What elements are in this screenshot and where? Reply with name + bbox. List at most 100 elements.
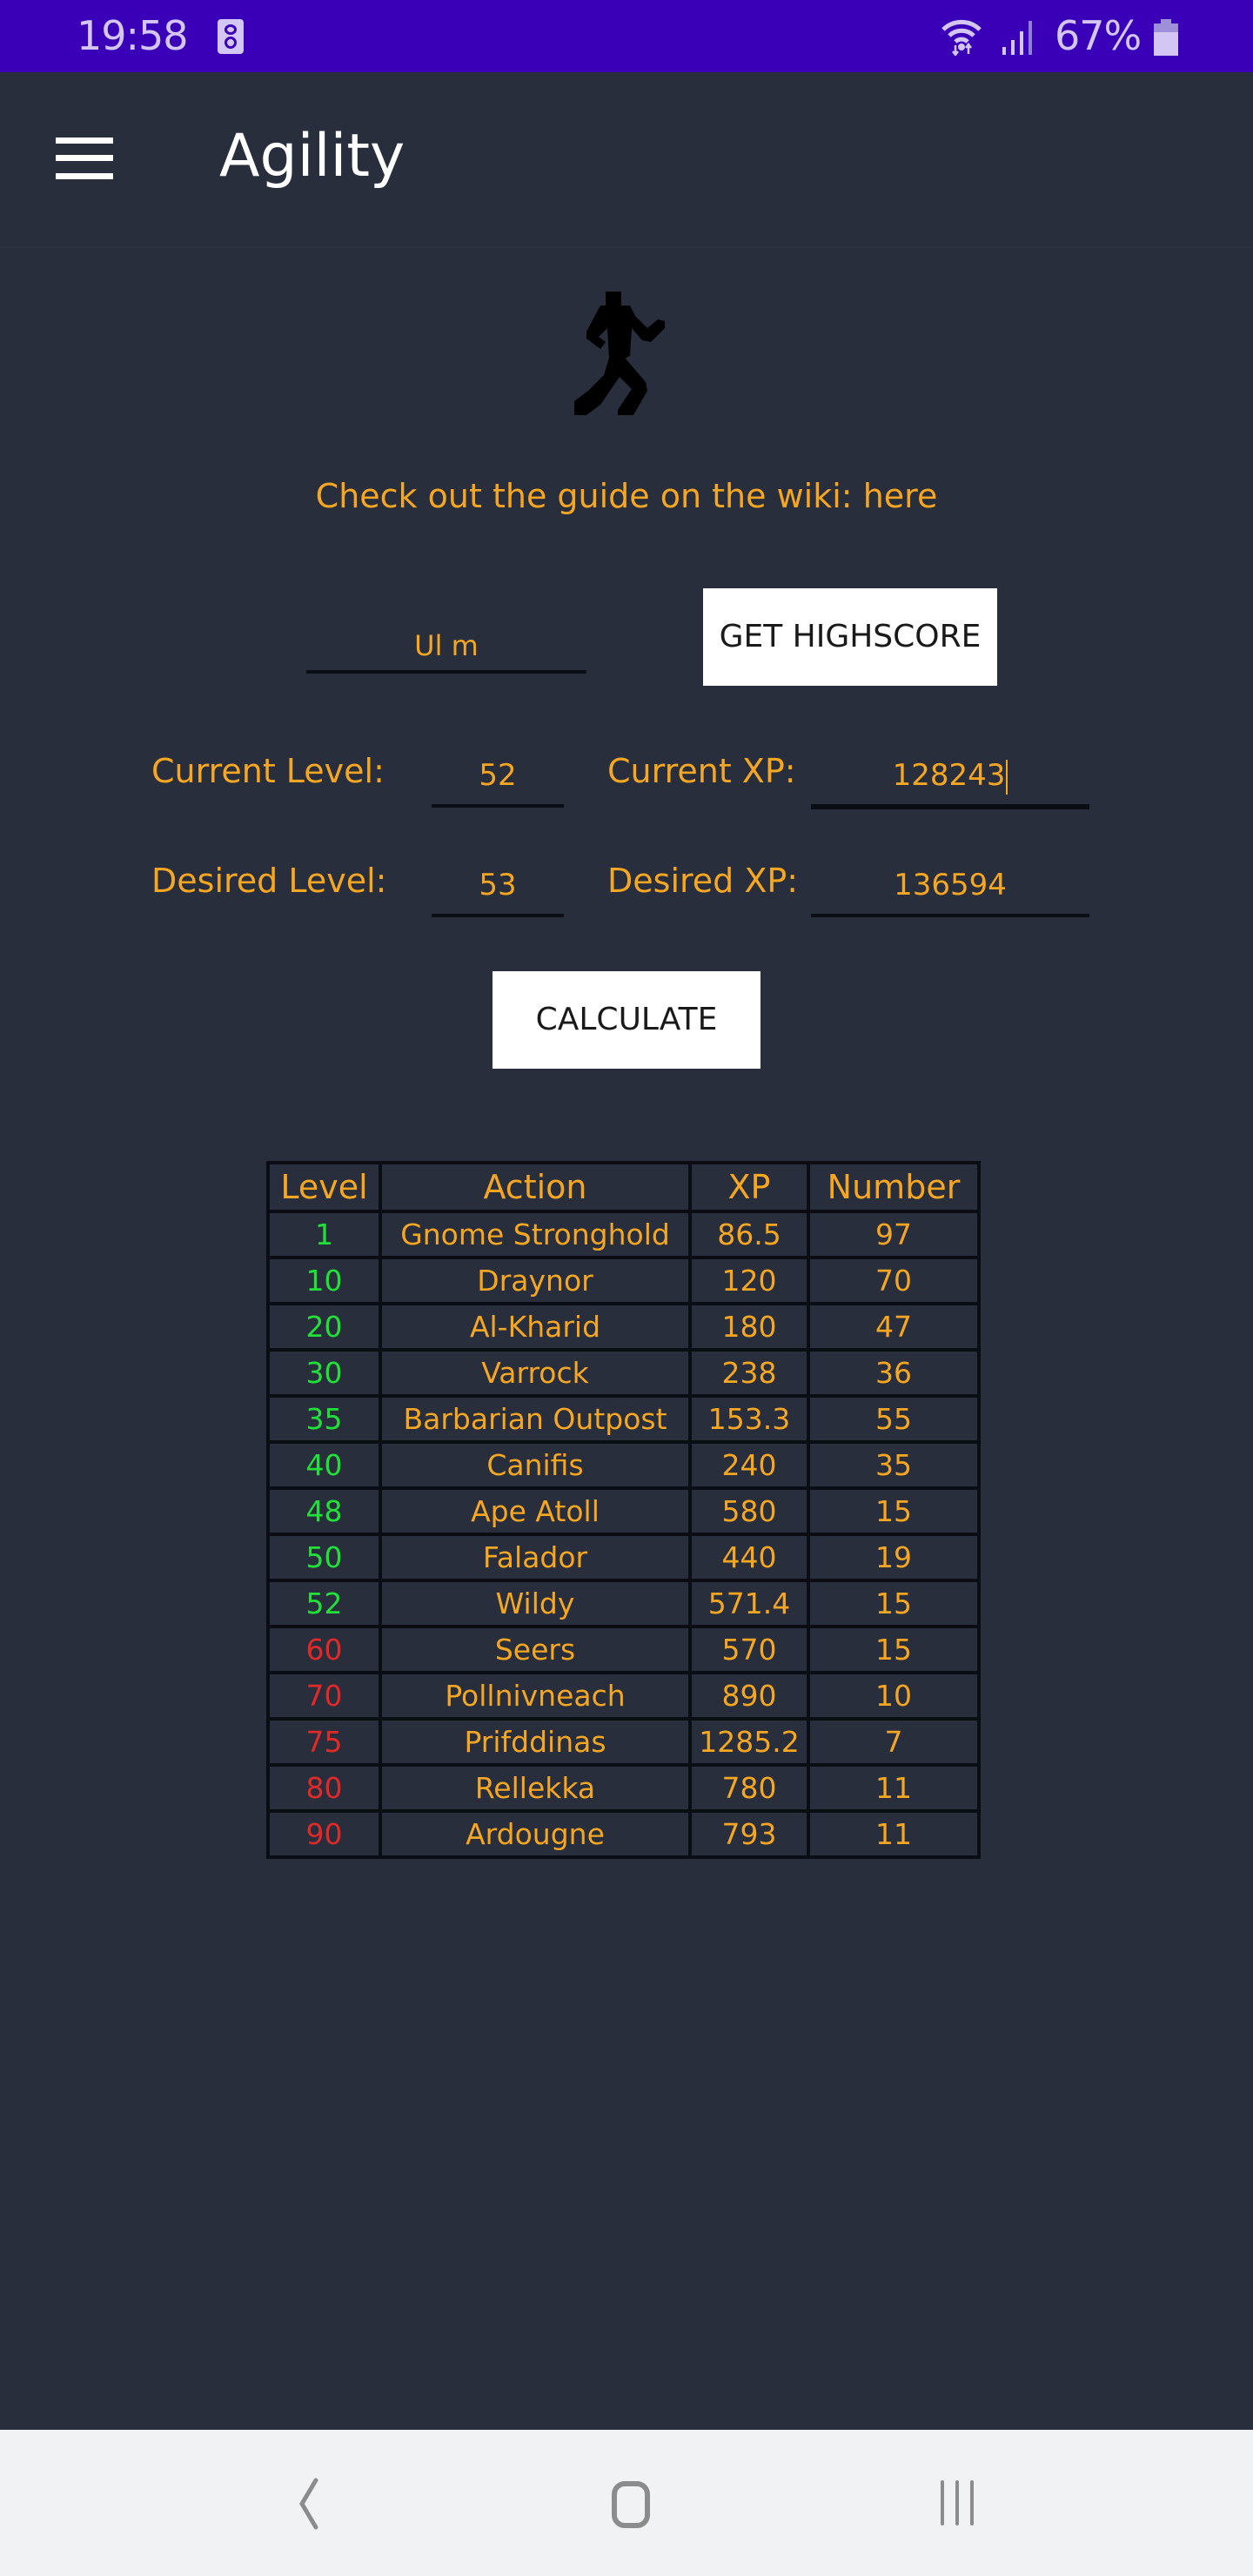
- cell-number: 11: [810, 1767, 977, 1809]
- wiki-guide-text: Check out the guide on the wiki: here: [0, 477, 1253, 515]
- desired-level-label: Desired Level:: [151, 862, 387, 900]
- cell-xp: 570: [692, 1628, 807, 1671]
- cell-action: Gnome Stronghold: [382, 1213, 688, 1256]
- recents-icon[interactable]: [918, 2465, 996, 2543]
- media-icon: [218, 19, 244, 54]
- cell-level: 60: [270, 1628, 379, 1671]
- text-caret: [1006, 759, 1008, 795]
- cell-xp: 240: [692, 1444, 807, 1486]
- calculate-button[interactable]: CALCULATE: [492, 971, 761, 1069]
- cell-number: 35: [810, 1444, 977, 1486]
- username-input[interactable]: Ul m: [306, 614, 586, 674]
- header-number: Number: [810, 1164, 977, 1210]
- cell-action: Al-Kharid: [382, 1305, 688, 1348]
- table-row: 50 Falador 440 19: [270, 1536, 977, 1579]
- cell-xp: 1285.2: [692, 1721, 807, 1763]
- cell-action: Varrock: [382, 1352, 688, 1394]
- table-header-row: Level Action XP Number: [270, 1164, 977, 1210]
- table-row: 20 Al-Kharid 180 47: [270, 1305, 977, 1348]
- cell-number: 10: [810, 1674, 977, 1717]
- hamburger-menu-button[interactable]: [56, 138, 113, 179]
- header-action: Action: [382, 1164, 688, 1210]
- cell-action: Ardougne: [382, 1813, 688, 1855]
- table-row: 70 Pollnivneach 890 10: [270, 1674, 977, 1717]
- cell-xp: 180: [692, 1305, 807, 1348]
- current-xp-label: Current XP:: [607, 752, 796, 790]
- desired-xp-label: Desired XP:: [607, 862, 799, 900]
- app-bar: [0, 72, 1253, 248]
- cell-level: 35: [270, 1398, 379, 1440]
- cell-xp: 571.4: [692, 1582, 807, 1625]
- current-level-input[interactable]: 52: [432, 747, 564, 808]
- cell-xp: 153.3: [692, 1398, 807, 1440]
- cell-number: 97: [810, 1213, 977, 1256]
- cell-level: 20: [270, 1305, 379, 1348]
- signal-icon: [1002, 21, 1032, 55]
- cell-level: 90: [270, 1813, 379, 1855]
- cell-number: 36: [810, 1352, 977, 1394]
- cell-level: 50: [270, 1536, 379, 1579]
- cell-xp: 793: [692, 1813, 807, 1855]
- xp-table: Level Action XP Number 1 Gnome Stronghold…: [266, 1161, 981, 1859]
- cell-xp: 580: [692, 1490, 807, 1533]
- cell-level: 75: [270, 1721, 379, 1763]
- current-xp-input[interactable]: 128243: [811, 747, 1089, 809]
- current-level-label: Current Level:: [151, 752, 385, 790]
- back-icon[interactable]: [265, 2465, 344, 2543]
- system-nav-bar: [0, 2430, 1253, 2576]
- status-time: 19:58: [77, 12, 189, 59]
- wiki-prefix: Check out the guide on the wiki:: [315, 477, 863, 515]
- table-row: 35 Barbarian Outpost 153.3 55: [270, 1398, 977, 1440]
- table-row: 30 Varrock 238 36: [270, 1352, 977, 1394]
- hamburger-icon: [56, 138, 113, 144]
- cell-xp: 86.5: [692, 1213, 807, 1256]
- cell-number: 47: [810, 1305, 977, 1348]
- cell-action: Canifis: [382, 1444, 688, 1486]
- cell-xp: 440: [692, 1536, 807, 1579]
- table-body: 1 Gnome Stronghold 86.5 97 10 Draynor 120 70 20 A…: [270, 1213, 977, 1855]
- cell-action: Pollnivneach: [382, 1674, 688, 1717]
- desired-level-input[interactable]: 53: [432, 856, 564, 917]
- cell-xp: 780: [692, 1767, 807, 1809]
- page-title: Agility: [219, 122, 405, 191]
- cell-number: 11: [810, 1813, 977, 1855]
- wiki-link[interactable]: here: [863, 477, 938, 515]
- runner-icon: [574, 292, 665, 415]
- home-icon[interactable]: [592, 2465, 670, 2543]
- table-row: 1 Gnome Stronghold 86.5 97: [270, 1213, 977, 1256]
- cell-level: 40: [270, 1444, 379, 1486]
- table-row: 10 Draynor 120 70: [270, 1259, 977, 1302]
- cell-number: 19: [810, 1536, 977, 1579]
- wifi-icon: [941, 19, 982, 56]
- table-row: 80 Rellekka 780 11: [270, 1767, 977, 1809]
- cell-number: 15: [810, 1490, 977, 1533]
- table-row: 52 Wildy 571.4 15: [270, 1582, 977, 1625]
- cell-level: 52: [270, 1582, 379, 1625]
- cell-action: Ape Atoll: [382, 1490, 688, 1533]
- cell-number: 70: [810, 1259, 977, 1302]
- status-bar: 19:58 67%: [0, 0, 1253, 72]
- cell-action: Draynor: [382, 1259, 688, 1302]
- cell-action: Seers: [382, 1628, 688, 1671]
- get-highscore-button[interactable]: GET HIGHSCORE: [703, 588, 997, 686]
- cell-level: 48: [270, 1490, 379, 1533]
- cell-level: 10: [270, 1259, 379, 1302]
- cell-number: 7: [810, 1721, 977, 1763]
- header-xp: XP: [692, 1164, 807, 1210]
- cell-action: Falador: [382, 1536, 688, 1579]
- cell-action: Prifddinas: [382, 1721, 688, 1763]
- battery-icon: [1154, 19, 1178, 56]
- cell-xp: 120: [692, 1259, 807, 1302]
- desired-xp-input[interactable]: 136594: [811, 856, 1089, 917]
- cell-level: 70: [270, 1674, 379, 1717]
- battery-percent: 67%: [1055, 12, 1142, 59]
- table-row: 90 Ardougne 793 11: [270, 1813, 977, 1855]
- cell-action: Barbarian Outpost: [382, 1398, 688, 1440]
- header-level: Level: [270, 1164, 379, 1210]
- table-row: 60 Seers 570 15: [270, 1628, 977, 1671]
- cell-number: 15: [810, 1628, 977, 1671]
- current-xp-value: 128243: [892, 758, 1006, 793]
- cell-number: 55: [810, 1398, 977, 1440]
- table-row: 40 Canifis 240 35: [270, 1444, 977, 1486]
- cell-action: Rellekka: [382, 1767, 688, 1809]
